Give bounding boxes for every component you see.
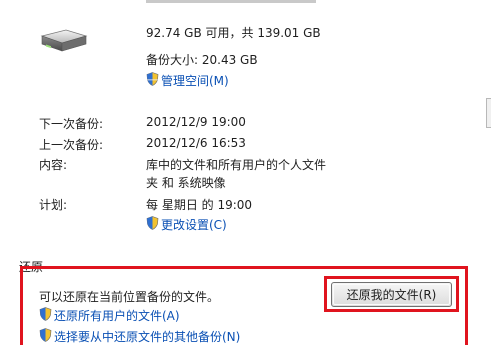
manage-space-link[interactable]: 管理空间(M) [161,72,229,89]
uac-shield-icon [146,72,159,86]
disk-space-text: 92.74 GB 可用，共 139.01 GB [146,26,321,40]
hard-drive-icon [40,29,88,52]
last-backup-label: 上一次备份: [39,138,104,152]
select-other-backup-link[interactable]: 选择要从中还原文件的其他备份(N) [54,328,240,345]
content-value-line2: 夹 和 系统映像 [146,176,226,190]
restore-my-files-button-label: 还原我的文件(R) [333,284,450,305]
change-settings-link[interactable]: 更改设置(C) [161,216,227,233]
restore-all-users-link[interactable]: 还原所有用户的文件(A) [54,307,180,324]
content-label: 内容: [39,158,68,172]
uac-shield-icon [39,307,52,321]
next-backup-value: 2012/12/9 19:00 [146,115,246,129]
schedule-label: 计划: [39,198,68,212]
schedule-value: 每 星期日 的 19:00 [146,198,253,212]
next-backup-label: 下一次备份: [39,117,104,131]
uac-shield-icon [39,328,52,342]
last-backup-value: 2012/12/6 16:53 [146,136,246,150]
backup-size-text: 备份大小: 20.43 GB [146,53,258,67]
content-value-line1: 库中的文件和所有用户的个人文件 [146,158,327,172]
top-progress-bar [146,0,316,3]
restore-my-files-button[interactable]: 还原我的文件(R) [331,282,452,307]
restore-description: 可以还原在当前位置备份的文件。 [39,290,220,304]
uac-shield-icon [146,216,159,230]
scrollbar[interactable] [486,98,491,128]
